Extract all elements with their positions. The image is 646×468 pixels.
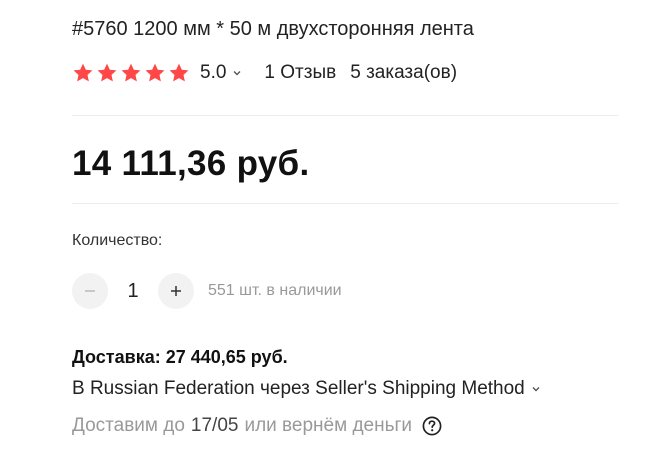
rating-row: 5.0 1 Отзыв 5 заказа(ов) (72, 62, 457, 84)
orders-count: 5 заказа(ов) (350, 62, 458, 83)
delivery-cost: Доставка: 27 440,65 руб. (72, 347, 288, 367)
increase-button[interactable] (158, 273, 194, 309)
rating-dropdown[interactable]: 5.0 (200, 62, 242, 84)
star-icon (72, 62, 94, 84)
shipping-method-label: В Russian Federation через Seller's Ship… (72, 378, 525, 399)
rating-value: 5.0 (200, 62, 227, 83)
reviews-link[interactable]: 1 Отзыв (264, 62, 336, 84)
plus-icon (171, 286, 181, 296)
star-icon (168, 62, 190, 84)
rating-stars[interactable] (72, 62, 190, 84)
product-price: 14 111,36 руб. (72, 144, 310, 183)
divider (72, 115, 618, 116)
minus-icon (85, 290, 95, 292)
star-icon (120, 62, 142, 84)
quantity-stepper: 1 551 шт. в наличии (72, 273, 342, 309)
star-icon (96, 62, 118, 84)
shipping-method-dropdown[interactable]: В Russian Federation через Seller's Ship… (72, 378, 541, 400)
quantity-input[interactable]: 1 (108, 280, 158, 303)
product-title: #5760 1200 мм * 50 м двухсторонняя лента (72, 18, 474, 40)
eta-prefix: Доставим до (72, 415, 185, 436)
chevron-down-icon (232, 68, 242, 78)
eta-suffix: или вернём деньги (244, 415, 413, 436)
quantity-label: Количество: (72, 232, 163, 249)
decrease-button[interactable] (72, 273, 108, 309)
stock-info: 551 шт. в наличии (208, 282, 342, 299)
help-icon[interactable] (422, 416, 442, 436)
divider (72, 203, 618, 204)
eta-date: 17/05 (190, 415, 239, 436)
star-icon (144, 62, 166, 84)
chevron-down-icon (531, 384, 541, 394)
delivery-guarantee: Доставим до 17/05 или вернём деньги (72, 415, 442, 437)
